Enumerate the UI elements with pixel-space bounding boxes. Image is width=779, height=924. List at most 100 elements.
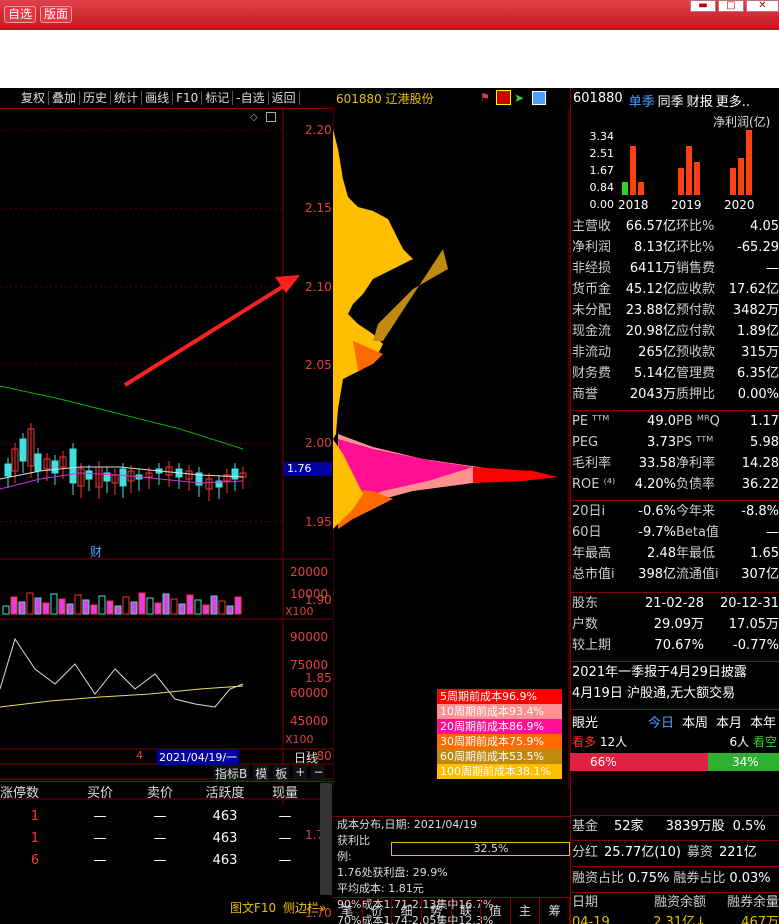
perf-cell: -9.7% [638,525,676,540]
right-tab-0[interactable]: 单季 [629,91,655,110]
perf-cell: 流通值i [676,567,719,582]
chart-btn-0[interactable]: 指标B [213,765,250,782]
fin-cell: 1.89亿 [737,324,779,339]
perf-row[interactable]: 20日i -0.6% 今年来 -8.8% [570,501,779,522]
news-2[interactable]: 4月19日 沪股通,无大额交易 [572,683,779,704]
table-header[interactable]: 买价 [70,782,130,806]
banmian-button[interactable]: 版面 [40,6,73,23]
chart-btn-2[interactable]: 板 [273,765,290,782]
chart-btn-1[interactable]: 模 [253,765,270,782]
bottom-tab-3[interactable]: 势 [422,898,452,924]
right-tab-2[interactable]: 财报 [687,91,713,110]
fin-row[interactable]: 净利润 8.13亿 环比% -65.29 [570,237,779,258]
eye-tab-0[interactable]: 今日 [648,712,674,731]
chart-btn-4[interactable]: − [311,765,326,782]
table-cell: — [153,853,167,868]
close-icon[interactable]: ✕ [746,0,779,12]
val-row[interactable]: ROE ⁽⁴⁾ 4.20% 负债率 36.22 [570,474,779,495]
kline-chart[interactable] [0,109,333,806]
diamond-icon[interactable]: ◇ [250,112,258,123]
event-mark[interactable]: 财 [90,543,102,560]
fin-cell: 预付款 [676,303,716,318]
pointer-icon[interactable]: ➤ [514,91,528,105]
bottom-tab-6[interactable]: 主 [511,898,541,924]
fin-row[interactable]: 非经损 6411万 销售费 — [570,258,779,279]
eye-tab-1[interactable]: 本周 [682,712,708,731]
fin-row[interactable]: 商誉 2043万 质押比 0.00% [570,384,779,405]
bottom-tab-5[interactable]: 值 [481,898,511,924]
maximize-icon[interactable]: □ [718,0,744,12]
fin-row[interactable]: 财务费 5.14亿 管理费 6.35亿 [570,363,779,384]
fin-row[interactable]: 现金流 20.98亿 应付款 1.89亿 [570,321,779,342]
bottom-tab-0[interactable]: 笔 [333,898,363,924]
perf-row[interactable]: 60日 -9.7% Beta值 — [570,522,779,543]
val-row[interactable]: PEG 3.73 PS ᵀᵀᴹ 5.98 [570,432,779,453]
volume-bar [2,605,10,615]
fin-row[interactable]: 主营收 66.57亿 环比% 4.05 [570,216,779,237]
image-icon[interactable] [532,91,546,105]
val-row[interactable]: 毛利率 33.58 净利率 14.28 [570,453,779,474]
right-tab-1[interactable]: 同季 [658,91,684,110]
table-row[interactable]: 1 — — 463 — [0,828,333,850]
toolbar-btn-4[interactable]: 画线 [142,91,174,105]
perf-row[interactable]: 年最高 2.48 年最低 1.65 [570,543,779,564]
bottom-tab-2[interactable]: 细 [392,898,422,924]
val-row[interactable]: PE ᵀᵀᴹ 49.0 PB ᴹᴿQ 1.17 [570,411,779,432]
toolbar-btn-8[interactable]: 返回 [269,91,300,105]
sidebar-link[interactable]: 侧边栏» [283,899,326,916]
table-row[interactable]: 6 — — 463 — [0,850,333,872]
flag-icon[interactable]: ⚑ [480,91,494,105]
fin-row[interactable]: 未分配 23.88亿 预付款 3482万 [570,300,779,321]
toolbar-btn-6[interactable]: 标记 [202,91,234,105]
profit-years: 2018 2019 2020 [618,198,778,212]
chart-btn-3[interactable]: + [293,765,308,782]
holder-row[interactable]: 股东 21-02-28 20-12-31 [570,593,779,614]
zixuan-button[interactable]: 自选 [4,6,37,23]
bottom-tab-1[interactable]: 价 [363,898,393,924]
toolbar-btn-2[interactable]: 历史 [80,91,112,105]
eye-tab-2[interactable]: 本月 [716,712,742,731]
price-axis: 2.20 2.15 2.10 2.05 2.00 1.95 1.90 1.85 1.80 1.75… [285,109,333,920]
holder-row[interactable]: 户数 29.09万 17.05万 [570,614,779,635]
f10-link[interactable]: 图文F10 [230,899,276,916]
perf-cell: 398亿 [638,567,676,582]
table-row[interactable]: 1 — — 463 — [0,806,333,828]
profit-axis-tick: 2.51 [589,147,615,160]
fin-row[interactable]: 非流动 265亿 预收款 315万 [570,342,779,363]
eye-ratio-bar[interactable]: 66% 34% [570,753,779,771]
quote-table: 涨停数 买价 卖价 活跃度 现量 1 — — 463 — 1 — — 463 — 6 — — 463 — [0,781,333,901]
period-label[interactable]: 日线 [294,749,318,766]
volume-bar [146,597,154,615]
table-header[interactable]: 涨停数 [0,782,70,806]
toolbar-btn-7[interactable]: -自选 [233,91,269,105]
restore-icon[interactable] [266,112,276,122]
table-cell: 1 [30,831,40,846]
bottom-tab-4[interactable]: 联 [452,898,482,924]
loan-row[interactable]: 04-19 2.31亿↓ 467万 [570,913,779,924]
toolbar-btn-5[interactable]: F10 [173,91,203,105]
cost-mode-icon[interactable] [496,90,511,105]
table-cell: 463 [212,831,238,846]
toolbar-btn-3[interactable]: 统计 [111,91,143,105]
margin-loan-table: 日期 融资余额 融券余量 04-19 2.31亿↓ 467万 [570,892,779,924]
minimize-icon[interactable]: ▬ [690,0,716,12]
right-tab-3[interactable]: 更多.. [716,91,750,110]
table-header[interactable]: 现量 [260,782,310,806]
table-header[interactable]: 活跃度 [190,782,260,806]
volume-bar [186,594,194,615]
eye-label: 眼光 [572,716,599,731]
fin-row[interactable]: 货币金 45.12亿 应收款 17.62亿 [570,279,779,300]
val-cell: 4.20% [634,477,676,492]
toolbar-btn-1[interactable]: 叠加 [49,91,81,105]
table-header[interactable]: 卖价 [130,782,190,806]
perf-row[interactable]: 总市值i 398亿 流通值i 307亿 [570,564,779,585]
table-cell: — [93,809,107,824]
news-1[interactable]: 2021年一季报于4月29日披露 [572,662,779,683]
toolbar-btn-0[interactable]: 复权 [18,91,50,105]
eye-tab-3[interactable]: 本年 [750,712,776,731]
holder-row[interactable]: 较上期 70.67% -0.77% [570,635,779,656]
indicator-unit: X100 [285,733,314,746]
margin-row: 融资占比 0.75% 融券占比 0.03% [570,866,779,891]
table-scrollbar[interactable] [320,783,332,895]
bottom-tab-7[interactable]: 筹 [540,898,570,924]
